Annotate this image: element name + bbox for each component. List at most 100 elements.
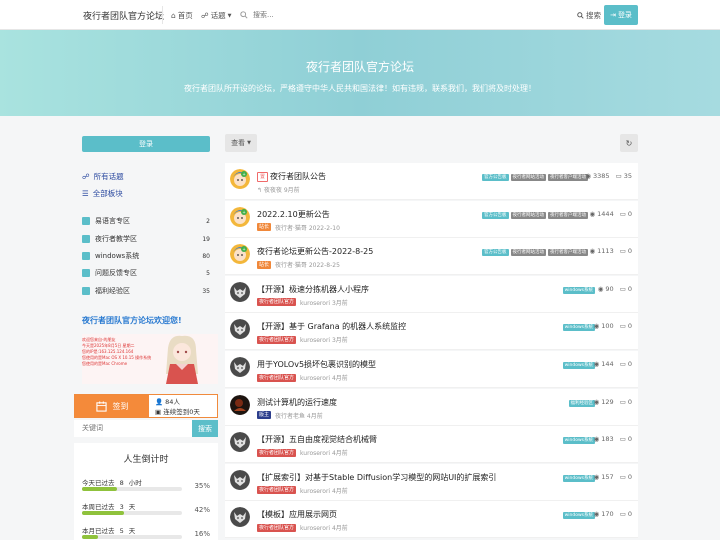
header-search[interactable] [240,7,340,23]
thread-meta: 站长 夜行者·猫哥 2022-8-25 [257,260,340,269]
sidebar-all-boards[interactable]: ☰ 全部板块 [82,188,123,199]
thread-title[interactable]: 【开源】基于 Grafana 的机器人系统监控 [257,321,406,332]
countdown-percent: 35% [194,482,210,490]
hero-banner: 夜行者团队官方论坛 夜行者团队所开设的论坛，严格遵守中华人民共和国法律！如有违规… [0,30,720,116]
tag-badge[interactable]: windows系统 [562,474,595,482]
tag-badge[interactable]: windows系统 [562,512,595,520]
tag-badge[interactable]: windows系统 [562,286,595,294]
thread-row[interactable]: + 夜行者论坛更新公告-2022-8-25 站长 夜行者·猫哥 2022-8-25 官方… [225,238,638,276]
welcome-text: 夜行者团队官方论坛欢迎您! [82,316,182,325]
user-avatar[interactable] [230,319,250,340]
thread-row[interactable]: +2022.2.10更新公告 站长 夜行者·猫哥 2022-2-10 官方公告板 夜行者… [225,200,638,238]
tag-badge[interactable]: 夜行者客户端活动 [548,174,588,181]
reply-count-value: 0 [627,472,632,481]
search-input[interactable] [253,11,333,19]
sidebar-all-topics[interactable]: ☍ 所有话题 [82,171,124,182]
hero-title: 夜行者团队官方论坛 [305,60,414,74]
thread-title[interactable]: 夜行者论坛更新公告-2022-8-25 [257,246,373,257]
eye-icon: ◉ [593,435,600,444]
signin-streak: 连续签到0天 [163,408,200,416]
tag-badge[interactable]: 福利经验区 [568,399,595,407]
user-avatar[interactable] [230,507,250,528]
thread-title[interactable]: 置夜行者团队公告 [257,171,326,182]
user-avatar[interactable] [230,432,250,453]
thread-title[interactable]: 【模板】应用展示网页 [257,509,337,520]
user-avatar[interactable]: + [230,206,250,227]
tag-badge[interactable]: 夜行者客户端活动 [548,211,588,219]
thread-title[interactable]: 【开源】极速分拣机器人小程序 [257,284,369,295]
login-button[interactable]: ⇥ 登录 [604,5,638,25]
site-brand[interactable]: 夜行者团队官方论坛 [83,9,164,22]
view-count: ◉ 1113 [589,247,613,255]
countdown-day: 今天已过去 8 小时 35% [82,477,210,491]
thread-row[interactable]: + 置夜行者团队公告 ↰ 夜夜夜 9月前 官方公告板 夜行者网站活动 夜行者客户端活动 ◉ 3… [225,163,638,200]
thread-author-time: kuroserori 4月前 [300,375,348,382]
thread-tags: windows系统 [562,286,595,294]
view-count-value: 144 [601,360,614,368]
thread-title-text: 【开源】极速分拣机器人小程序 [257,284,369,294]
keyword-search-button[interactable]: 搜索 [192,420,218,437]
tag-badge[interactable]: 官方公告板 [482,249,509,257]
thread-row[interactable]: 【开源】极速分拣机器人小程序 夜行者团队官方 kuroserori 3月前 windo… [225,275,638,313]
user-role-badge: 夜行者团队官方 [257,335,297,344]
nav-home[interactable]: ⌂ 首页 [171,10,193,21]
reply-count-value: 0 [627,510,632,519]
user-avatar[interactable] [230,394,250,415]
search-link[interactable]: 搜索 [577,10,601,21]
refresh-icon: ↻ [625,138,633,148]
thread-row[interactable]: 【扩展索引】对基于Stable Diffusion学习模型的网站UI的扩展索引夜… [225,463,638,501]
reply-count: ▭ 0 [620,360,632,368]
thread-row[interactable]: 用于YOLOv5损坏包裹识别的模型 夜行者团队官方 kuroserori 4月前 wi… [225,351,638,388]
countdown-title: 人生倒计时 [123,455,169,465]
thread-row[interactable]: 【开源】五自由度视觉结合机械臂 夜行者团队官方 kuroserori 4月前 wind… [225,426,638,464]
category-item[interactable]: 福利经验区 35 [82,286,210,296]
tag-badge[interactable]: 官方公告板 [482,211,509,219]
tag-badge[interactable]: windows系统 [562,362,595,369]
tag-badge[interactable]: 夜行者网站活动 [510,174,546,181]
tag-badge[interactable]: windows系统 [562,437,595,445]
thread-tags: windows系统 [562,324,595,332]
tag-badge[interactable]: 夜行者网站活动 [510,211,546,219]
thread-row[interactable]: 测试计算机的运行速度 版主 夜行者老鱼 4月前 福利经验区 ◉ 129 ▭ 0 [225,388,638,426]
user-avatar[interactable]: + [230,169,250,189]
category-item[interactable]: windows系统 80 [82,251,210,261]
thread-author-time: 夜行者·猫哥 2022-2-10 [275,224,340,232]
reply-count: ▭ 0 [620,285,632,293]
view-dropdown[interactable]: 查看 ▼ [225,134,257,152]
thread-stats: ◉ 3385 ▭ 35 [585,172,632,180]
thread-tags: windows系统 [562,512,595,520]
tag-badge[interactable]: 官方公告板 [482,174,509,181]
nav-topics-dropdown[interactable]: ☍ 话题 ▼ [201,10,231,21]
tag-badge[interactable]: 夜行者网站活动 [510,249,546,257]
user-avatar[interactable]: + [230,244,250,265]
user-avatar[interactable] [230,469,250,490]
category-item[interactable]: 易语言专区 2 [82,216,210,226]
thread-row[interactable]: 【模板】应用展示网页 夜行者团队官方 kuroserori 4月前 windows系统… [225,501,638,539]
thread-row[interactable]: 【开源】基于 Grafana 的机器人系统监控 夜行者团队官方 kuroserori… [225,313,638,351]
sidebar-login-button[interactable]: 登录 [82,136,210,152]
thread-title[interactable]: 测试计算机的运行速度 [257,397,337,408]
category-item[interactable]: 夜行者教学区 19 [82,234,210,244]
thread-tags: windows系统 [562,362,595,369]
thread-title-text: 【模板】应用展示网页 [257,510,337,520]
signin-button[interactable]: 签到 [75,395,149,417]
user-avatar[interactable] [230,357,250,377]
tag-badge[interactable]: windows系统 [562,324,595,332]
user-avatar[interactable] [230,281,250,302]
view-dropdown-label: 查看 [231,139,246,147]
tag-badge[interactable]: 夜行者客户端活动 [548,249,588,257]
thread-title[interactable]: 【扩展索引】对基于Stable Diffusion学习模型的网站UI的扩展索引 [257,472,496,483]
thread-author-time: 夜行者·猫哥 2022-8-25 [275,262,340,270]
keyword-input[interactable] [82,424,172,432]
category-item[interactable]: 问题反馈专区 5 [82,268,210,278]
caret-down-icon: ▼ [227,12,232,19]
thread-title[interactable]: 【开源】五自由度视觉结合机械臂 [257,434,377,445]
view-count-value: 100 [601,322,614,331]
refresh-button[interactable]: ↻ [620,134,638,152]
thread-stats: ◉ 157 ▭ 0 [594,473,632,481]
thread-title[interactable]: 2022.2.10更新公告 [257,209,330,220]
reply-count: ▭ 0 [620,435,632,443]
thread-title[interactable]: 用于YOLOv5损坏包裹识别的模型 [257,359,376,370]
search-icon [577,12,584,19]
category-count: 19 [202,235,210,243]
